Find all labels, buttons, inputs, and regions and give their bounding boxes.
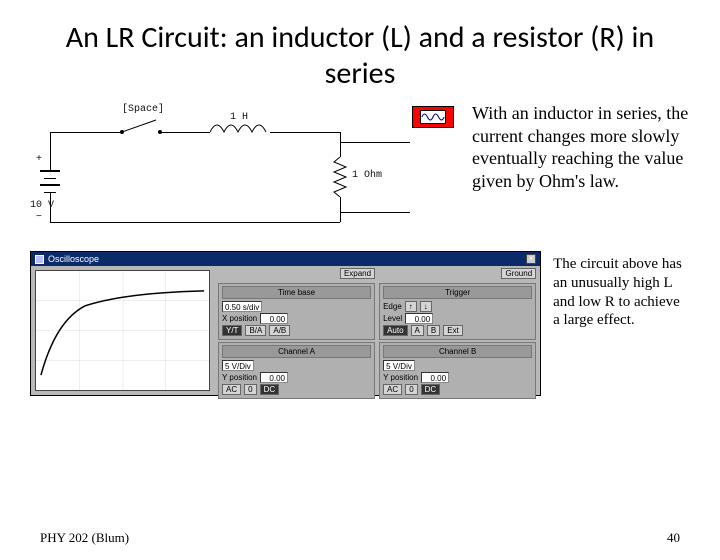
- source-label: 10 V: [30, 200, 54, 211]
- oscilloscope-icon[interactable]: [412, 106, 454, 128]
- trigger-panel: Trigger Edge↑↓ Level0.00 Auto A B Ext: [379, 283, 536, 340]
- footer-left: PHY 202 (Blum): [40, 530, 129, 546]
- chb-scale[interactable]: 5 V/Div: [383, 360, 415, 371]
- cha-0[interactable]: 0: [244, 384, 256, 395]
- oscilloscope-window: Oscilloscope × Expand: [30, 251, 541, 396]
- edge-fall-icon[interactable]: ↓: [420, 301, 432, 312]
- mode-ab[interactable]: A/B: [269, 325, 290, 336]
- trigger-level[interactable]: 0.00: [405, 313, 433, 324]
- window-title: Oscilloscope: [48, 254, 99, 264]
- timebase-rate[interactable]: 0.50 s/div: [222, 301, 262, 312]
- slide-title: An LR Circuit: an inductor (L) and a res…: [40, 20, 680, 92]
- channel-a-panel: Channel A 5 V/Div Y position0.00 AC 0 DC: [218, 342, 375, 399]
- close-icon[interactable]: ×: [526, 254, 536, 264]
- expand-button[interactable]: Expand: [340, 268, 375, 279]
- trig-a[interactable]: A: [411, 325, 424, 336]
- channel-b-panel: Channel B 5 V/Div Y position0.00 AC 0 DC: [379, 342, 536, 399]
- xpos-input[interactable]: 0.00: [260, 313, 288, 324]
- oscilloscope-titlebar[interactable]: Oscilloscope ×: [31, 252, 540, 266]
- chb-0[interactable]: 0: [405, 384, 417, 395]
- chb-ypos[interactable]: 0.00: [421, 372, 449, 383]
- edge-rise-icon[interactable]: ↑: [405, 301, 417, 312]
- window-menu-icon[interactable]: [35, 255, 44, 264]
- ground-button[interactable]: Ground: [501, 268, 536, 279]
- trig-auto[interactable]: Auto: [383, 325, 407, 336]
- trig-ext[interactable]: Ext: [443, 325, 463, 336]
- page-number: 40: [667, 530, 680, 546]
- resistor-label: 1 Ohm: [352, 170, 382, 181]
- chb-dc[interactable]: DC: [421, 384, 441, 395]
- explanation-text: With an inductor in series, the current …: [472, 102, 690, 192]
- mode-yt[interactable]: Y/T: [222, 325, 242, 336]
- oscilloscope-plot: [35, 270, 210, 391]
- cha-dc[interactable]: DC: [260, 384, 280, 395]
- cha-ac[interactable]: AC: [222, 384, 241, 395]
- note-text: The circuit above has an unusually high …: [553, 255, 690, 330]
- switch-label: [Space]: [122, 104, 164, 115]
- chb-ac[interactable]: AC: [383, 384, 402, 395]
- circuit-diagram: [Space] 1 H 1 Ohm 10 V + −: [30, 102, 460, 247]
- cha-ypos[interactable]: 0.00: [260, 372, 288, 383]
- mode-ba[interactable]: B/A: [245, 325, 266, 336]
- timebase-panel: Time base 0.50 s/div X position0.00 Y/T …: [218, 283, 375, 340]
- inductor-label: 1 H: [230, 112, 248, 123]
- cha-scale[interactable]: 5 V/Div: [222, 360, 254, 371]
- trig-b[interactable]: B: [427, 325, 440, 336]
